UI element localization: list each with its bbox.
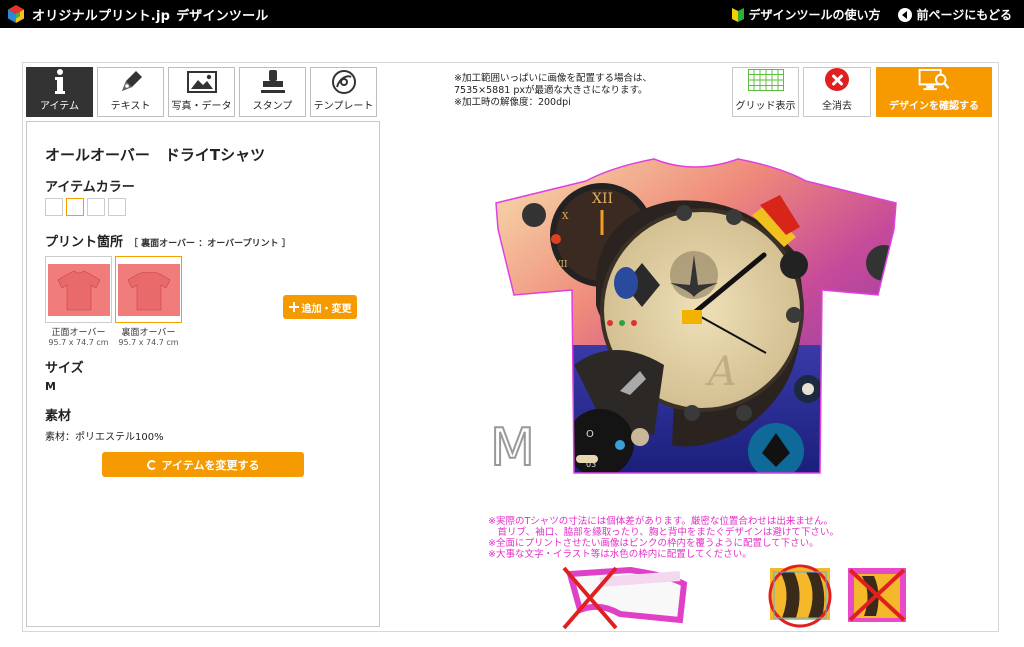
confirm-design-label: デザインを確認する — [889, 101, 979, 112]
warning-line: ※実際のTシャツの寸法には個体差があります。厳密な位置合わせは出来ません。 — [488, 516, 834, 527]
placement-examples — [562, 564, 906, 630]
svg-text:XII: XII — [592, 191, 613, 207]
help-link[interactable]: デザインツールの使い方 — [732, 6, 880, 23]
brand-name: オリジナルプリント.jp — [32, 8, 171, 24]
size-value: M — [45, 380, 56, 393]
warning-line: 首リブ、袖口、脇部を縁取ったり、胸と背中をまたぐデザインは避けて下さい。 — [488, 527, 839, 538]
color-swatch[interactable] — [87, 198, 105, 216]
design-canvas[interactable]: XII X VII A O 03 — [494, 155, 898, 475]
app-name: デザインツール — [176, 8, 269, 24]
top-header: オリジナルプリント.jp デザインツール デザインツールの使い方 前ページにもど… — [0, 0, 1024, 28]
grid-toggle-label: グリッド表示 — [735, 101, 796, 112]
color-swatch-selected[interactable] — [66, 198, 84, 216]
plus-icon — [288, 302, 299, 312]
svg-text:A: A — [704, 349, 737, 395]
color-swatches — [45, 198, 126, 216]
logo-cube-icon — [8, 5, 24, 23]
note-line: ※加工範囲いっぱいに画像を配置する場合は、 — [454, 73, 652, 84]
print-location-back[interactable]: 裏面オーバー 95.7 x 74.7 cm — [115, 256, 182, 347]
clear-all-button[interactable]: 全消去 — [803, 67, 871, 117]
help-link-label: デザインツールの使い方 — [748, 8, 881, 22]
svg-text:X: X — [562, 212, 569, 222]
info-icon — [54, 68, 65, 94]
material-heading: 素材 — [45, 409, 72, 424]
template-icon — [331, 69, 356, 94]
good-fill-example-icon — [768, 564, 832, 628]
tab-photo-label: 写真・データ — [171, 101, 232, 112]
size-heading: サイズ — [45, 361, 84, 376]
clear-all-label: 全消去 — [822, 101, 852, 112]
color-heading: アイテムカラー — [45, 180, 135, 195]
material-value: 素材：ポリエステル100% — [45, 432, 164, 443]
resolution-note: ※加工範囲いっぱいに画像を配置する場合は、 7535×5881 pxが最適な大き… — [454, 73, 652, 109]
image-icon — [186, 70, 217, 93]
confirm-design-button[interactable]: デザインを確認する — [876, 67, 992, 117]
print-subheading: ［ 裏面オーバー ：オーバープリント ］ — [129, 239, 291, 249]
print-location-size: 95.7 x 74.7 cm — [118, 338, 179, 347]
stamp-icon — [260, 69, 285, 93]
beginner-mark-icon — [732, 7, 745, 22]
note-line: 7535×5881 pxが最適な大きさになります。 — [454, 85, 648, 96]
shirt-front-thumbnail — [47, 263, 110, 316]
print-location-front[interactable]: 正面オーバー 95.7 x 74.7 cm — [45, 256, 112, 347]
back-arrow-icon — [898, 7, 913, 22]
logo[interactable]: オリジナルプリント.jp デザインツール — [6, 4, 269, 24]
tab-stamp-label: スタンプ — [252, 101, 293, 112]
item-title: オールオーバー ドライTシャツ — [45, 146, 266, 164]
back-link[interactable]: 前ページにもどる — [898, 6, 1012, 23]
svg-text:O: O — [586, 429, 594, 440]
tab-stamp[interactable]: スタンプ — [239, 67, 306, 117]
pen-icon — [121, 70, 142, 91]
tab-text[interactable]: テキスト — [97, 67, 164, 117]
print-location-name: 裏面オーバー — [121, 328, 176, 338]
color-swatch[interactable] — [108, 198, 126, 216]
bad-edge-example-icon — [562, 566, 688, 630]
print-heading: プリント箇所 — [45, 235, 124, 250]
tool-tabs: アイテム テキスト 写真・データ スタンプ テンプレート — [26, 67, 377, 117]
svg-text:VII: VII — [553, 260, 568, 270]
canvas-size-label: M — [489, 417, 536, 479]
shirt-back-thumbnail — [117, 263, 180, 316]
print-heading-row: プリント箇所 ［ 裏面オーバー ：オーバープリント ］ — [45, 231, 291, 250]
refresh-icon — [146, 459, 157, 470]
grid-toggle-button[interactable]: グリッド表示 — [732, 67, 799, 117]
print-warnings: ※実際のTシャツの寸法には個体差があります。厳密な位置合わせは出来ません。 首リ… — [488, 516, 839, 560]
tab-item[interactable]: アイテム — [26, 67, 93, 117]
print-location-name: 正面オーバー — [51, 328, 106, 338]
add-change-button[interactable]: 追加・変更 — [283, 295, 357, 319]
print-location-size: 95.7 x 74.7 cm — [48, 338, 109, 347]
print-location-list: 正面オーバー 95.7 x 74.7 cm 裏面オーバー 95.7 x 74.7… — [45, 256, 182, 347]
grid-icon — [747, 69, 784, 91]
tab-template-label: テンプレート — [313, 101, 374, 112]
back-link-label: 前ページにもどる — [916, 8, 1012, 22]
tab-photo-data[interactable]: 写真・データ — [168, 67, 235, 117]
tab-template[interactable]: テンプレート — [310, 67, 377, 117]
item-panel: オールオーバー ドライTシャツ アイテムカラー プリント箇所 ［ 裏面オーバー ：… — [26, 121, 380, 627]
clear-x-icon — [825, 68, 849, 91]
change-item-button[interactable]: アイテムを変更する — [102, 452, 304, 477]
monitor-search-icon — [918, 68, 950, 91]
bad-partial-example-icon — [848, 568, 906, 622]
warning-line: ※全面にプリントさせたい画像はピンクの枠内を覆うように配置して下さい。 — [488, 538, 819, 549]
warning-line: ※大事な文字・イラスト等は水色の枠内に配置してください。 — [488, 549, 752, 560]
tab-text-label: テキスト — [110, 101, 151, 112]
add-change-label: 追加・変更 — [301, 303, 352, 315]
note-line: ※加工時の解像度：200dpi — [454, 97, 571, 108]
change-item-label: アイテムを変更する — [161, 458, 260, 472]
tab-item-label: アイテム — [40, 101, 79, 112]
color-swatch[interactable] — [45, 198, 63, 216]
